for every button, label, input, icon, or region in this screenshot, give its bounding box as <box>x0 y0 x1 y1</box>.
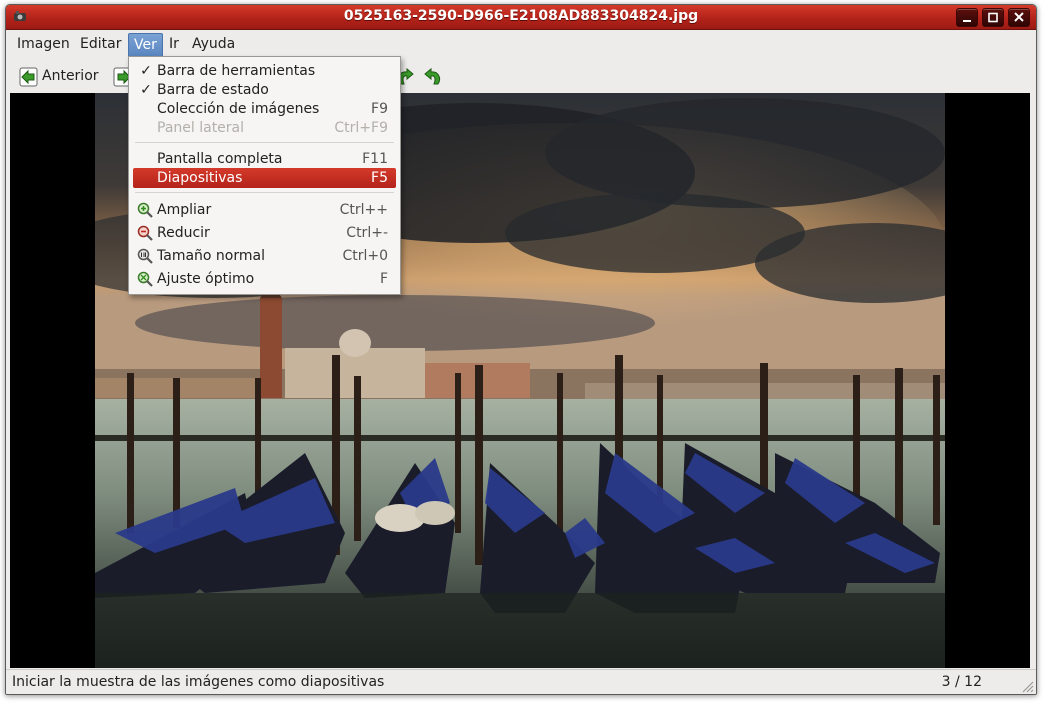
menu-editar[interactable]: Editar <box>75 33 126 55</box>
menu-item-shortcut: Ctrl+F9 <box>334 120 388 136</box>
menu-item-normal-size[interactable]: Tamaño normal Ctrl+0 <box>133 246 396 266</box>
minimize-button[interactable] <box>956 8 978 27</box>
zoom-in-icon <box>137 202 153 218</box>
previous-label: Anterior <box>42 68 99 84</box>
menu-bar: Imagen Editar Ver Ir Ayuda <box>6 30 1036 56</box>
menu-item-label: Barra de herramientas <box>157 63 316 79</box>
view-menu-dropdown: ✓ Barra de herramientas ✓ Barra de estad… <box>128 56 401 295</box>
resize-grip-icon[interactable] <box>1020 679 1034 693</box>
zoom-fit-icon <box>137 271 153 287</box>
menu-item-shortcut: F <box>379 271 388 287</box>
menu-item-label: Ajuste óptimo <box>157 271 255 287</box>
title-bar[interactable]: 0525163-2590-D966-E2108AD883304824.jpg <box>6 5 1036 30</box>
menu-item-label: Pantalla completa <box>157 151 283 167</box>
menu-item-toolbar[interactable]: ✓ Barra de herramientas <box>133 61 396 81</box>
rotate-right-button[interactable] <box>420 62 444 90</box>
menu-separator <box>135 192 394 193</box>
previous-button[interactable]: Anterior <box>16 62 106 90</box>
menu-item-side-panel: Panel lateral Ctrl+F9 <box>133 118 396 138</box>
menu-ayuda[interactable]: Ayuda <box>187 33 240 55</box>
menu-ver[interactable]: Ver <box>128 33 163 56</box>
image-position: 3 / 12 <box>941 674 982 690</box>
status-bar: Iniciar la muestra de las imágenes como … <box>6 669 1036 694</box>
menu-item-fullscreen[interactable]: Pantalla completa F11 <box>133 149 396 169</box>
menu-item-label: Barra de estado <box>157 82 269 98</box>
menu-imagen[interactable]: Imagen <box>12 33 75 55</box>
check-icon: ✓ <box>140 82 152 98</box>
go-previous-icon <box>19 67 38 87</box>
menu-item-shortcut: Ctrl+- <box>346 225 388 241</box>
menu-item-label: Reducir <box>157 225 210 241</box>
menu-item-statusbar[interactable]: ✓ Barra de estado <box>133 80 396 100</box>
rotate-right-icon <box>424 67 441 85</box>
menu-item-zoom-out[interactable]: Reducir Ctrl+- <box>133 223 396 243</box>
menu-item-image-collection[interactable]: Colección de imágenes F9 <box>133 99 396 119</box>
menu-separator <box>135 142 394 143</box>
menu-item-best-fit[interactable]: Ajuste óptimo F <box>133 269 396 289</box>
menu-item-label: Diapositivas <box>157 170 243 186</box>
menu-item-slideshow[interactable]: Diapositivas F5 <box>133 168 396 188</box>
check-icon: ✓ <box>140 63 152 79</box>
menu-item-label: Ampliar <box>157 202 212 218</box>
menu-item-label: Panel lateral <box>157 120 245 136</box>
zoom-out-icon <box>137 225 153 241</box>
close-button[interactable] <box>1008 8 1030 27</box>
window-title: 0525163-2590-D966-E2108AD883304824.jpg <box>343 8 699 24</box>
menu-item-shortcut: Ctrl+0 <box>342 248 388 264</box>
menu-item-shortcut: F9 <box>371 101 388 117</box>
menu-item-shortcut: Ctrl++ <box>339 202 388 218</box>
minimize-icon <box>963 20 971 22</box>
menu-item-shortcut: F11 <box>362 151 388 167</box>
close-icon <box>1014 12 1024 22</box>
maximize-icon <box>988 12 998 23</box>
maximize-button[interactable] <box>982 8 1004 27</box>
menu-item-label: Colección de imágenes <box>157 101 320 117</box>
menu-item-label: Tamaño normal <box>157 248 265 264</box>
menu-item-zoom-in[interactable]: Ampliar Ctrl++ <box>133 200 396 220</box>
menu-ir[interactable]: Ir <box>164 33 184 55</box>
zoom-original-icon <box>137 248 153 264</box>
status-message: Iniciar la muestra de las imágenes como … <box>12 674 385 690</box>
menu-item-shortcut: F5 <box>371 170 388 186</box>
